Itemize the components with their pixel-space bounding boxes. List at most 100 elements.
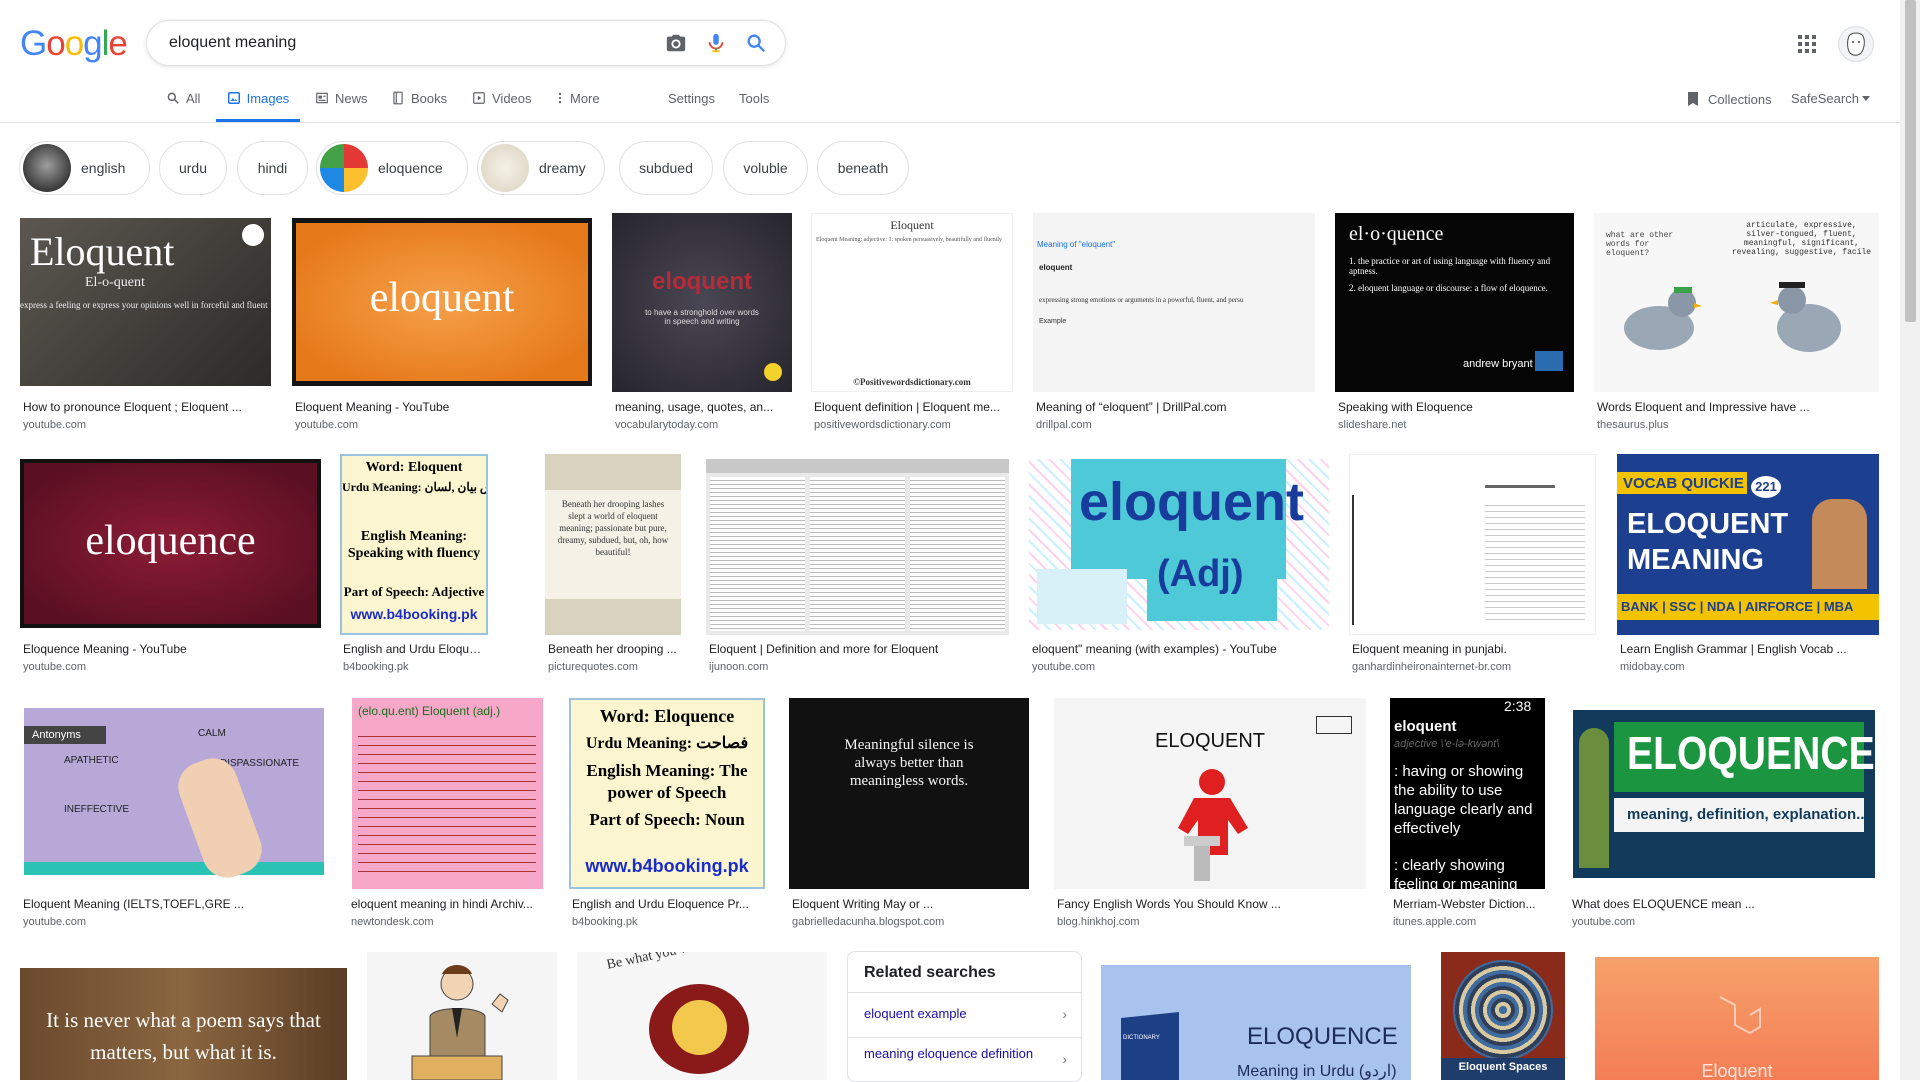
image-result[interactable]: Eloquent | Definition and more for Eloqu… xyxy=(706,459,1009,679)
bookmark-icon xyxy=(1688,92,1698,106)
tab-images[interactable]: Images xyxy=(216,84,300,122)
result-caption: Meaning of “eloquent” | DrillPal.com xyxy=(1036,400,1227,414)
image-result[interactable]: Eloquent El-o-quent express a feeling or… xyxy=(20,218,271,438)
thumb-text: Eloquent xyxy=(890,218,934,232)
image-result[interactable]: (elo.qu.ent) Eloquent (adj.) eloquent me… xyxy=(348,698,547,933)
image-result[interactable]: Be what you want to be. Wear what you wa… xyxy=(577,952,827,1080)
chip-voluble[interactable]: voluble xyxy=(723,141,808,195)
image-result[interactable]: Meaning of "eloquent" eloquent expressin… xyxy=(1033,213,1315,438)
tab-more[interactable]: More xyxy=(556,84,600,120)
image-result[interactable]: eloquent Eloquent Meaning - YouTube yout… xyxy=(292,218,592,438)
result-caption: Eloquent Meaning - YouTube xyxy=(295,400,450,414)
result-domain: drillpal.com xyxy=(1036,419,1092,431)
image-result[interactable]: Eloquent Eloquent Meaning: adjective: 1:… xyxy=(811,213,1013,438)
result-domain: youtube.com xyxy=(23,661,86,673)
result-thumbnail: Word: Eloquence Urdu Meaning: فصاحت Engl… xyxy=(569,698,765,889)
thumb-text: Meaning of "eloquent" xyxy=(1037,240,1116,249)
image-result[interactable]: el·o·quence 1. the practice or art of us… xyxy=(1335,213,1574,438)
image-result[interactable]: Beneath her drooping lashes slept a worl… xyxy=(545,454,681,679)
result-domain: b4booking.pk xyxy=(572,916,638,928)
image-result[interactable]: It is never what a poem says that matter… xyxy=(20,968,347,1080)
thumb-text: 2. eloquent language or discourse: a flo… xyxy=(1349,283,1548,293)
related-search-item[interactable]: meaning eloquence definition › xyxy=(848,1037,1081,1081)
scrollbar-thumb[interactable] xyxy=(1905,0,1916,322)
result-domain: ganhardinheironainternet-br.com xyxy=(1352,661,1511,673)
apps-grid-icon[interactable] xyxy=(1795,32,1819,56)
thumb-text: eloquent xyxy=(1079,472,1304,532)
result-thumbnail xyxy=(367,952,557,1080)
chip-subdued[interactable]: subdued xyxy=(619,141,713,195)
image-result[interactable] xyxy=(367,952,557,1080)
result-thumbnail: eloquence xyxy=(20,459,321,628)
result-thumbnail xyxy=(1349,454,1596,635)
thumb-text: : having or showing the ability to use l… xyxy=(1394,763,1533,837)
thumb-text: Meaningful silence is always better than… xyxy=(844,737,974,789)
result-domain: blog.hinkhoj.com xyxy=(1057,916,1140,928)
thumb-text: Eloquent xyxy=(1701,1061,1773,1080)
image-result[interactable]: ELOQUENCE meaning, definition, explanati… xyxy=(1569,698,1879,933)
image-result[interactable]: Word: Eloquent Urdu Meaning: خوش بیان ,ل… xyxy=(340,454,488,679)
result-domain: itunes.apple.com xyxy=(1393,916,1477,928)
thumb-text: Word: Eloquent xyxy=(365,460,463,475)
image-result[interactable]: Eloquent meaning in punjabi. ganhardinhe… xyxy=(1349,454,1596,679)
result-domain: youtube.com xyxy=(23,916,86,928)
result-caption: English and Urdu Eloquence Pr... xyxy=(572,897,749,911)
microphone-icon[interactable] xyxy=(705,32,727,54)
chip-beneath[interactable]: beneath xyxy=(817,141,909,195)
tab-label: Books xyxy=(411,91,448,106)
image-result[interactable]: eloquent to have a stronghold over words… xyxy=(612,213,792,438)
camera-icon[interactable] xyxy=(665,32,687,54)
result-thumbnail: eloquent adjective \'e-lə-kwənt\ : havin… xyxy=(1390,698,1545,889)
related-search-item[interactable]: eloquent example › xyxy=(848,992,1081,1037)
chip-english[interactable]: english xyxy=(19,141,150,195)
result-thumbnail: ELOQUENT xyxy=(1054,698,1366,889)
tab-news[interactable]: News xyxy=(315,84,368,120)
chip-label: urdu xyxy=(178,160,208,176)
result-caption: Words Eloquent and Impressive have ... xyxy=(1597,400,1810,414)
pigeon-illustration xyxy=(1624,287,1702,350)
image-result[interactable]: Word: Eloquence Urdu Meaning: فصاحت Engl… xyxy=(569,698,765,933)
google-logo[interactable]: Google xyxy=(20,24,128,64)
chip-eloquence[interactable]: eloquence xyxy=(316,141,468,195)
thumb-text: BANK | SSC | NDA | AIRFORCE | MBA xyxy=(1621,599,1854,614)
chip-hindi[interactable]: hindi xyxy=(237,141,308,195)
result-domain: slideshare.net xyxy=(1338,419,1407,431)
safesearch-dropdown[interactable]: SafeSearch xyxy=(1791,91,1870,106)
image-result[interactable]: eloquence Eloquence Meaning - YouTube yo… xyxy=(20,459,321,679)
tab-books[interactable]: Books xyxy=(391,84,447,120)
image-result[interactable]: eloquent (Adj) eloquent" meaning (with e… xyxy=(1029,459,1329,679)
image-result[interactable]: Meaningful silence is always better than… xyxy=(789,698,1029,933)
collections-link[interactable]: Collections xyxy=(1686,91,1772,107)
tools-link[interactable]: Tools xyxy=(739,84,769,120)
chip-urdu[interactable]: urdu xyxy=(159,141,227,195)
chip-dreamy[interactable]: dreamy xyxy=(477,141,605,195)
search-icon[interactable] xyxy=(745,32,767,54)
tab-videos[interactable]: Videos xyxy=(472,84,532,120)
result-thumbnail: Beneath her drooping lashes slept a worl… xyxy=(545,454,681,635)
image-result[interactable]: ELOQUENT Fancy English Words You Should … xyxy=(1054,698,1366,933)
tab-label: News xyxy=(335,91,368,106)
account-avatar[interactable] xyxy=(1838,26,1874,62)
tab-label: More xyxy=(570,91,600,106)
result-thumbnail: Eloquent El-o-quent express a feeling or… xyxy=(20,218,271,386)
image-result[interactable]: eloquent adjective \'e-lə-kwənt\ : havin… xyxy=(1390,698,1545,933)
result-domain: thesaurus.plus xyxy=(1597,419,1669,431)
image-result[interactable]: what are other words for eloquent? artic… xyxy=(1594,213,1879,438)
result-thumbnail: Eloquent Eloquent Meaning: adjective: 1:… xyxy=(811,213,1013,392)
page-scrollbar[interactable] xyxy=(1900,0,1920,1080)
image-result[interactable]: DICTIONARY ELOQUENCE Meaning in Urdu (ار… xyxy=(1101,965,1411,1080)
thumb-text: express a feeling or express your opinio… xyxy=(20,300,268,310)
image-result[interactable]: VOCAB QUICKIE 221 ELOQUENT MEANING BANK … xyxy=(1617,454,1879,679)
thumb-text: Part of Speech: Adjective xyxy=(343,584,485,599)
tab-all[interactable]: All xyxy=(166,84,200,120)
result-caption: eloquent" meaning (with examples) - YouT… xyxy=(1032,642,1277,656)
image-result[interactable]: Eloquent xyxy=(1595,957,1879,1080)
result-domain: youtube.com xyxy=(23,419,86,431)
search-input[interactable] xyxy=(167,31,641,55)
image-result[interactable]: Eloquent Spaces xyxy=(1441,952,1565,1080)
result-thumbnail: el·o·quence 1. the practice or art of us… xyxy=(1335,213,1574,392)
settings-link[interactable]: Settings xyxy=(668,84,715,120)
thumb-text: VOCAB QUICKIE xyxy=(1623,475,1744,492)
laravel-logo-icon xyxy=(1719,996,1761,1035)
image-result[interactable]: Antonyms CALM APATHETIC DISPASSIONATE IN… xyxy=(20,698,328,933)
